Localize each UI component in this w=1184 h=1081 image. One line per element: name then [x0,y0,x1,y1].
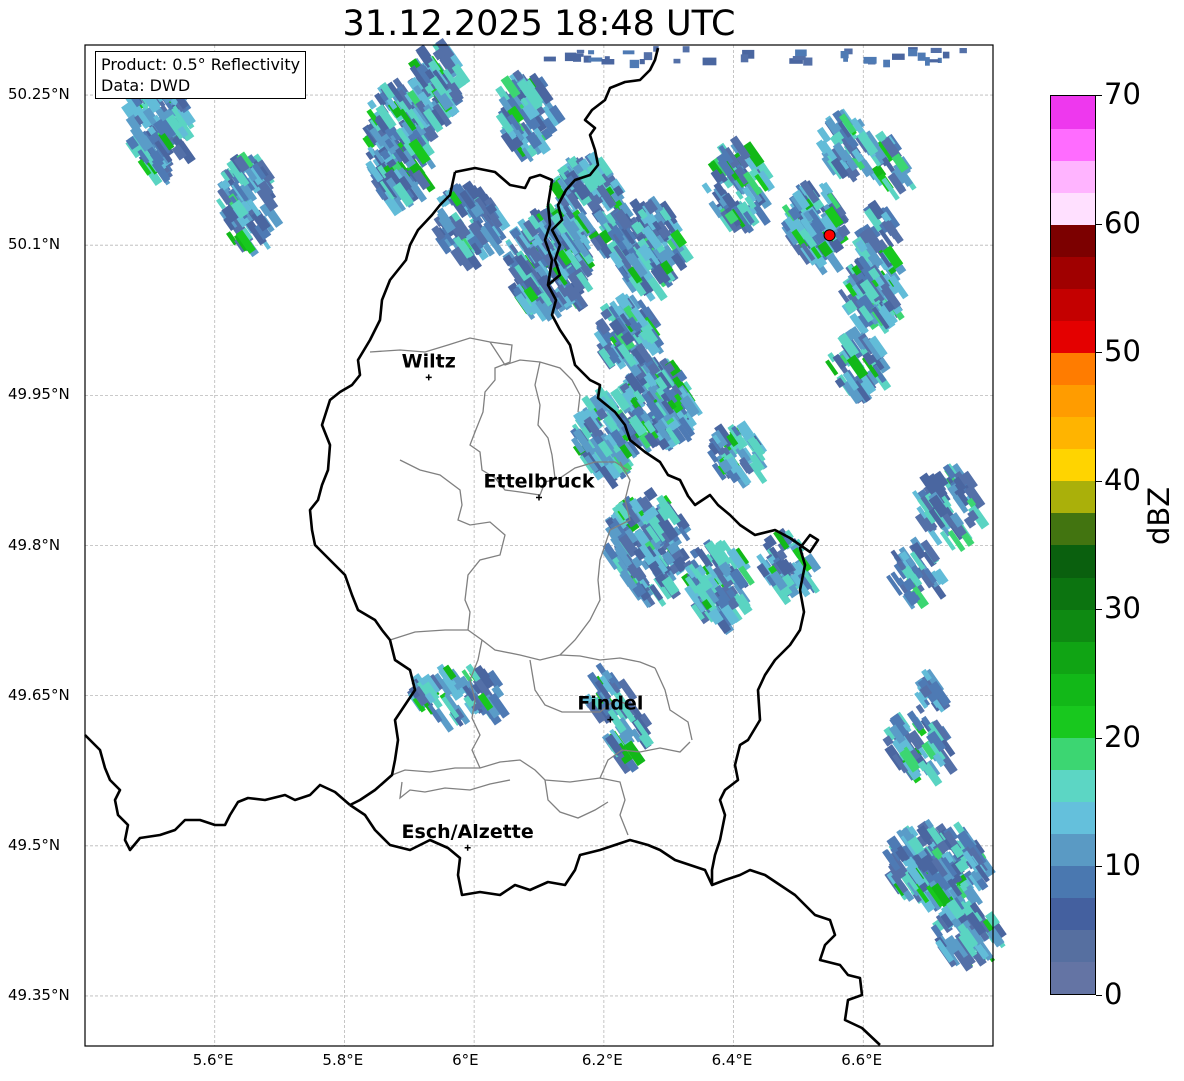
echo-cell [740,54,749,63]
echo-cell [925,57,930,66]
colorbar-tick-label: 10 [1104,848,1141,883]
colorbar-segment [1051,448,1095,482]
echo-cell [543,56,556,62]
echo-cell [883,59,890,68]
city-label: Findel [577,693,643,715]
echo-cell [673,58,681,64]
radar-map[interactable]: Wiltz Ettelbruck Findel Esch/Alzette [0,0,1184,1081]
colorbar-segment [1051,320,1095,354]
lon-tick-label: 6°E [452,1051,479,1069]
colorbar-segment [1051,801,1095,835]
city-label: Ettelbruck [484,470,595,492]
radar-site-dot [823,229,836,242]
lat-tick-label: 49.35°N [8,985,70,1004]
city-label: Esch/Alzette [402,821,534,843]
echo-cell [795,49,807,57]
lon-tick-label: 6.4°E [711,1051,753,1069]
echo-cell [629,59,640,69]
colorbar-unit-label: dBZ [1142,486,1176,545]
colorbar-segment [1051,641,1095,674]
colorbar-segment [1051,769,1095,803]
colorbar-segment [1051,416,1095,450]
colorbar-tick-mark [1096,480,1102,482]
colorbar-tick-label: 30 [1104,591,1141,626]
colorbar-tick-mark [1096,95,1102,96]
colorbar-segment [1051,288,1095,321]
data-source-label: Data: DWD [101,76,191,95]
echo-cell [917,52,926,61]
echo-cell [863,56,877,64]
colorbar-segment [1051,480,1095,514]
product-label: Product: 0.5° Reflectivity [101,55,301,74]
colorbar-segment [1051,96,1095,129]
echo-cell [639,59,645,65]
colorbar-tick-mark [1096,866,1102,868]
colorbar-tick-mark [1096,223,1102,225]
colorbar-segment [1051,865,1095,899]
echo-cell [588,57,603,62]
colorbar-tick-label: 0 [1104,977,1123,1011]
colorbar-segment [1051,160,1095,193]
colorbar-tick-mark [1096,737,1102,739]
lat-tick-label: 50.1°N [8,235,61,254]
colorbar-segment [1051,224,1095,257]
colorbar-segment [1051,833,1095,867]
lon-tick-label: 5.6°E [192,1051,234,1069]
echo-cell [792,56,806,61]
echo-cell [843,55,848,62]
echo-cell [622,50,635,55]
echo-cell [574,53,584,57]
lon-tick-label: 6.2°E [581,1051,623,1069]
echo-cell [588,50,595,55]
colorbar-tick-label: 50 [1104,334,1141,369]
colorbar-tick-mark [1096,352,1102,354]
echo-cell [892,53,905,60]
colorbar-segment [1051,384,1095,418]
colorbar-segment [1051,192,1095,225]
colorbar-segment [1051,897,1095,931]
echo-cell [601,59,615,65]
echo-cell [942,51,950,59]
product-info-box: Product: 0.5° Reflectivity Data: DWD [95,51,307,99]
lat-tick-label: 50.25°N [8,85,70,104]
echo-cell [930,47,942,53]
colorbar [1050,95,1096,995]
lon-tick-label: 5.8°E [322,1051,364,1069]
lat-tick-label: 49.95°N [8,385,70,404]
colorbar-tick-mark [1096,995,1102,996]
colorbar-segment [1051,256,1095,289]
city-label: Wiltz [402,350,456,372]
colorbar-segment [1051,929,1095,963]
echo-cell [643,52,653,61]
colorbar-segment [1051,673,1095,706]
echo-cell [576,49,585,53]
colorbar-segment [1051,352,1095,386]
lat-tick-label: 49.8°N [8,535,61,554]
colorbar-segment [1051,737,1095,770]
colorbar-segment [1051,705,1095,738]
colorbar-tick-mark [1096,609,1102,611]
colorbar-tick-label: 60 [1104,205,1141,240]
echo-cell [702,57,717,66]
lat-tick-label: 49.5°N [8,835,61,854]
colorbar-tick-label: 70 [1104,77,1141,111]
colorbar-segment [1051,577,1095,610]
echo-cell [908,49,918,57]
lon-tick-label: 6.6°E [841,1051,883,1069]
echo-cell [959,48,967,54]
echo-cell [682,46,690,53]
colorbar-tick-label: 40 [1104,462,1141,497]
lat-tick-label: 49.65°N [8,685,70,704]
colorbar-segment [1051,128,1095,161]
colorbar-segment [1051,609,1095,642]
colorbar-tick-label: 20 [1104,719,1141,754]
colorbar-segment [1051,512,1095,546]
colorbar-segment [1051,961,1095,995]
colorbar-segment [1051,545,1095,578]
radar-site-marker [823,229,836,242]
